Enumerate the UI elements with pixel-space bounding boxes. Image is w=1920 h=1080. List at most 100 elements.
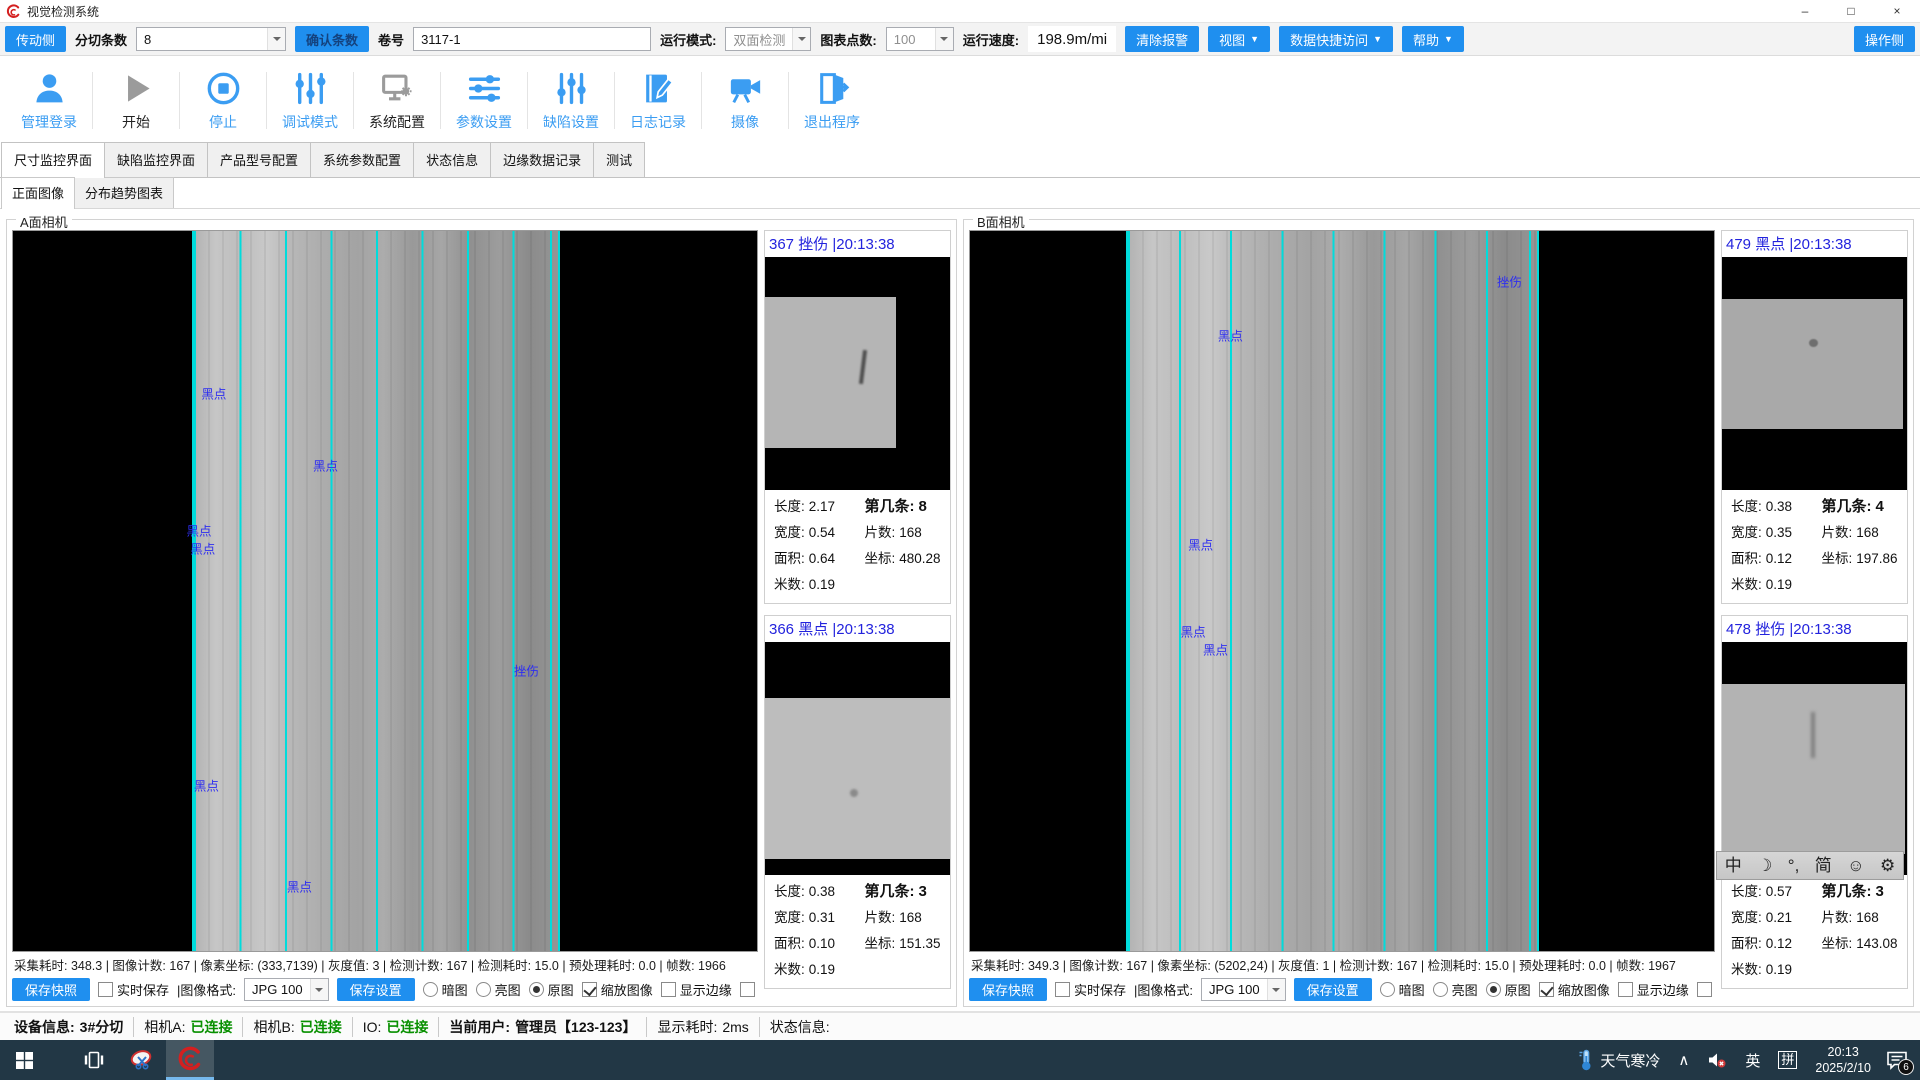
- main-tab-1[interactable]: 缺陷监控界面: [104, 142, 208, 177]
- ribbon-item-2[interactable]: 停止: [180, 60, 266, 141]
- save-settings-button[interactable]: 保存设置: [1294, 978, 1372, 1001]
- ime-emoji-icon[interactable]: ☺: [1847, 857, 1864, 874]
- ime-punctuation-icon[interactable]: °,: [1788, 857, 1800, 874]
- radio-icon[interactable]: [1433, 982, 1448, 997]
- ime-lang-mode-icon[interactable]: 中: [1725, 857, 1742, 874]
- operator-side-button[interactable]: 操作侧: [1854, 26, 1915, 52]
- chart-points-combobox[interactable]: 100: [886, 27, 954, 51]
- chevron-down-icon[interactable]: [267, 28, 285, 50]
- chevron-down-icon[interactable]: [310, 979, 328, 1000]
- checkbox-icon[interactable]: [1539, 982, 1554, 997]
- minimize-button[interactable]: –: [1782, 0, 1828, 22]
- defect-thumbnail[interactable]: [1722, 642, 1907, 875]
- toolbar-button-0[interactable]: 清除报警: [1125, 26, 1199, 52]
- main-tab-5[interactable]: 边缘数据记录: [490, 142, 594, 177]
- confirm-count-button[interactable]: 确认条数: [295, 26, 369, 52]
- weather-tray-item[interactable]: 天气寒冷: [1569, 1040, 1669, 1080]
- image-mode-radio-1[interactable]: 亮图: [476, 980, 521, 999]
- checkbox-icon[interactable]: [1618, 982, 1633, 997]
- image-mode-radio-2[interactable]: 原图: [1486, 980, 1531, 999]
- image-format-combobox[interactable]: JPG 100: [1201, 978, 1286, 1001]
- toolbar-button-1[interactable]: 视图▼: [1208, 26, 1270, 52]
- realtime-save-checkbox[interactable]: 实时保存: [98, 980, 169, 999]
- display-option-checkbox-1[interactable]: 显示边缘: [1618, 980, 1689, 999]
- ribbon-item-1[interactable]: 开始: [93, 60, 179, 141]
- close-button[interactable]: ×: [1874, 0, 1920, 22]
- maximize-button[interactable]: □: [1828, 0, 1874, 22]
- checkbox-icon[interactable]: [661, 982, 676, 997]
- defect-thumbnail[interactable]: [1722, 257, 1907, 490]
- ribbon-item-6[interactable]: 缺陷设置: [528, 60, 614, 141]
- realtime-save-checkbox[interactable]: 实时保存: [1055, 980, 1126, 999]
- image-mode-radio-1[interactable]: 亮图: [1433, 980, 1478, 999]
- toolbar-button-2[interactable]: 数据快捷访问▼: [1279, 26, 1393, 52]
- camera-image[interactable]: 挫伤黑点黑点黑点黑点: [969, 230, 1715, 952]
- main-tab-0[interactable]: 尺寸监控界面: [1, 142, 105, 178]
- volume-muted-button[interactable]: [1698, 1040, 1736, 1080]
- stat-value: 151.35: [899, 936, 940, 951]
- split-count-combobox[interactable]: 8: [136, 27, 286, 51]
- ribbon-item-7[interactable]: 日志记录: [615, 60, 701, 141]
- radio-icon[interactable]: [1486, 982, 1501, 997]
- ime-settings-icon[interactable]: ⚙: [1880, 857, 1895, 874]
- chevron-down-icon[interactable]: [935, 28, 953, 50]
- ribbon-item-3[interactable]: 调试模式: [267, 60, 353, 141]
- camera-image[interactable]: 黑点黑点黑点黑点挫伤黑点黑点: [12, 230, 758, 952]
- roll-number-input[interactable]: 3117-1: [413, 27, 651, 51]
- ime-fullhalf-moon-icon[interactable]: ☽: [1757, 857, 1772, 874]
- toolbar-button-3[interactable]: 帮助▼: [1402, 26, 1464, 52]
- language-indicator[interactable]: 英: [1736, 1040, 1769, 1080]
- drive-side-button[interactable]: 传动侧: [5, 26, 66, 52]
- defect-thumbnail[interactable]: [765, 257, 950, 490]
- display-option-checkbox-0[interactable]: 缩放图像: [1539, 980, 1610, 999]
- radio-icon[interactable]: [529, 982, 544, 997]
- sub-tab-1[interactable]: 分布趋势图表: [74, 177, 174, 208]
- defect-card[interactable]: 366 黑点 |20:13:38长度:0.38第几条:3宽度:0.31片数:16…: [764, 615, 951, 989]
- chevron-down-icon[interactable]: [1267, 979, 1285, 1000]
- save-snapshot-button[interactable]: 保存快照: [12, 978, 90, 1001]
- save-settings-button[interactable]: 保存设置: [337, 978, 415, 1001]
- ime-mode-indicator[interactable]: 拼: [1769, 1040, 1806, 1080]
- action-center-button[interactable]: 6: [1880, 1040, 1920, 1080]
- image-format-combobox[interactable]: JPG 100: [244, 978, 329, 1001]
- checkbox-icon[interactable]: [1697, 982, 1712, 997]
- run-mode-combobox[interactable]: 双面检测: [725, 27, 811, 51]
- ribbon-item-5[interactable]: 参数设置: [441, 60, 527, 141]
- display-option-checkbox-2[interactable]: 显示条数: [1697, 980, 1715, 999]
- save-snapshot-button[interactable]: 保存快照: [969, 978, 1047, 1001]
- display-option-checkbox-2[interactable]: 显示条数: [740, 980, 758, 999]
- defect-thumbnail[interactable]: [765, 642, 950, 875]
- snipping-tool-button[interactable]: [118, 1040, 166, 1080]
- ime-simplified-icon[interactable]: 简: [1815, 857, 1832, 874]
- inspection-app-taskbar-button[interactable]: [166, 1040, 214, 1080]
- taskbar-clock[interactable]: 20:13 2025/2/10: [1806, 1044, 1880, 1077]
- image-mode-radio-0[interactable]: 暗图: [1380, 980, 1425, 999]
- radio-icon[interactable]: [1380, 982, 1395, 997]
- ribbon-item-4[interactable]: 系统配置: [354, 60, 440, 141]
- tray-expand-button[interactable]: ∧: [1669, 1040, 1698, 1080]
- task-view-button[interactable]: [70, 1040, 118, 1080]
- checkbox-icon[interactable]: [1055, 982, 1070, 997]
- checkbox-icon[interactable]: [98, 982, 113, 997]
- chevron-down-icon[interactable]: [792, 28, 810, 50]
- main-tab-6[interactable]: 测试: [593, 142, 645, 177]
- sub-tab-0[interactable]: 正面图像: [1, 177, 75, 209]
- ribbon-item-9[interactable]: 退出程序: [789, 60, 875, 141]
- display-option-checkbox-0[interactable]: 缩放图像: [582, 980, 653, 999]
- ribbon-item-0[interactable]: 管理登录: [6, 60, 92, 141]
- image-mode-radio-0[interactable]: 暗图: [423, 980, 468, 999]
- radio-icon[interactable]: [423, 982, 438, 997]
- defect-card[interactable]: 478 挫伤 |20:13:38长度:0.57第几条:3宽度:0.21片数:16…: [1721, 615, 1908, 989]
- ribbon-item-8[interactable]: 摄像: [702, 60, 788, 141]
- checkbox-icon[interactable]: [582, 982, 597, 997]
- defect-card[interactable]: 479 黑点 |20:13:38长度:0.38第几条:4宽度:0.35片数:16…: [1721, 230, 1908, 604]
- defect-card[interactable]: 367 挫伤 |20:13:38长度:2.17第几条:8宽度:0.54片数:16…: [764, 230, 951, 604]
- main-tab-4[interactable]: 状态信息: [413, 142, 491, 177]
- radio-icon[interactable]: [476, 982, 491, 997]
- image-mode-radio-2[interactable]: 原图: [529, 980, 574, 999]
- main-tab-3[interactable]: 系统参数配置: [310, 142, 414, 177]
- checkbox-icon[interactable]: [740, 982, 755, 997]
- main-tab-2[interactable]: 产品型号配置: [207, 142, 311, 177]
- display-option-checkbox-1[interactable]: 显示边缘: [661, 980, 732, 999]
- start-button[interactable]: [0, 1040, 48, 1080]
